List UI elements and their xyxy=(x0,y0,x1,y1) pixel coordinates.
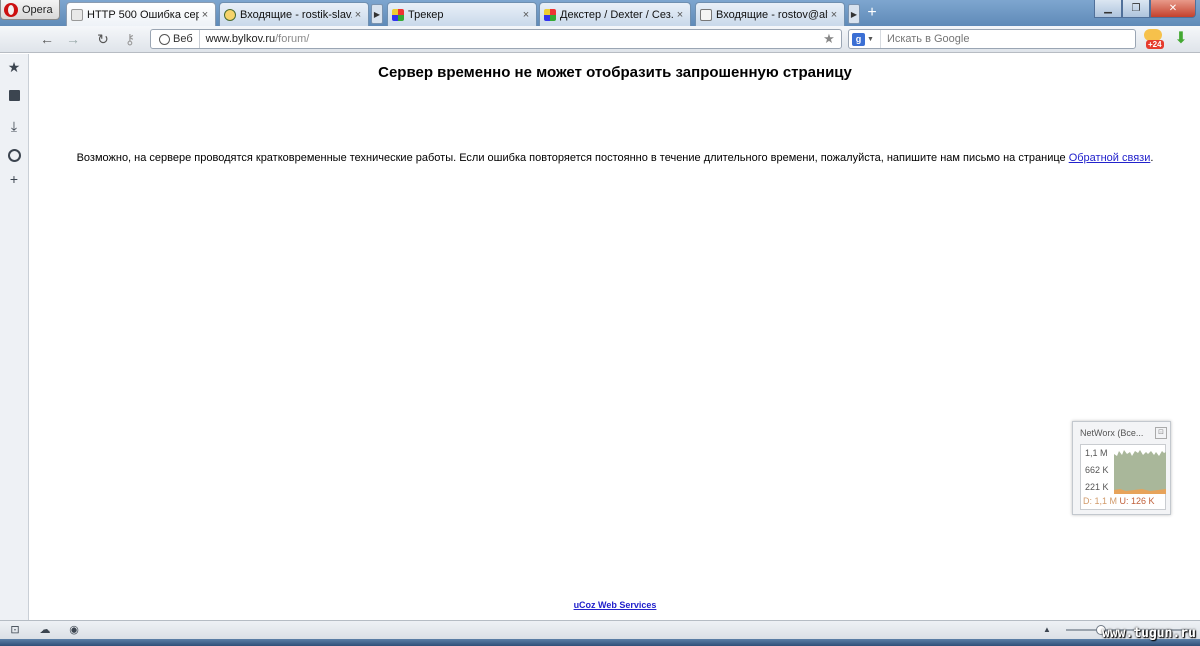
page-icon xyxy=(71,8,83,21)
add-panel-icon[interactable]: + xyxy=(6,171,22,187)
networx-tick: 221 K xyxy=(1085,482,1109,492)
reload-icon[interactable]: ↻ xyxy=(94,30,112,48)
url-path: /forum/ xyxy=(275,33,310,45)
ucoz-footer-link[interactable]: uCoz Web Services xyxy=(30,600,1200,610)
page-icon xyxy=(700,8,712,21)
forward-arrow-icon[interactable]: → xyxy=(64,30,82,48)
page-content: Сервер временно не может отобразить запр… xyxy=(30,54,1200,620)
networx-traffic-area xyxy=(1114,450,1166,494)
opera-menu-button[interactable]: Opera xyxy=(0,0,60,20)
weather-widget[interactable]: +24 xyxy=(1144,29,1168,51)
download-icon[interactable]: ⬇ xyxy=(1172,30,1190,48)
url-host: www.bylkov.ru xyxy=(205,33,276,45)
downloads-icon[interactable]: ⤓ xyxy=(6,118,22,134)
tab-label: Трекер xyxy=(408,8,444,21)
networx-widget[interactable]: NetWorx (Все... ⊡ 1,1 M 662 K 221 K D: 1… xyxy=(1072,421,1171,515)
chevron-down-icon: ▼ xyxy=(867,35,874,43)
back-arrow-icon[interactable]: ← xyxy=(38,30,56,48)
address-url[interactable]: www.bylkov.ru/forum/ xyxy=(200,33,821,45)
tab-label: Входящие - rostov@alf... xyxy=(716,8,828,21)
tab-tracker[interactable]: Трекер × xyxy=(387,2,537,26)
tab-scroll-arrow-icon[interactable]: ▶ xyxy=(848,4,860,24)
search-box[interactable]: g ▼ xyxy=(848,29,1136,49)
networx-status: D: 1,1 M U: 126 K xyxy=(1083,496,1155,506)
weather-temperature-badge: +24 xyxy=(1146,40,1164,49)
google-icon: g xyxy=(852,32,865,46)
bookmark-star-icon[interactable]: ★ xyxy=(821,31,837,47)
unite-cloud-icon[interactable]: ☁ xyxy=(38,623,52,637)
new-tab-button[interactable]: + xyxy=(864,4,880,22)
error-message: Возможно, на сервере проводятся кратковр… xyxy=(30,152,1200,164)
notes-icon[interactable] xyxy=(6,88,22,104)
tab-mail-rostov[interactable]: Входящие - rostov@alf... × xyxy=(695,2,845,26)
networx-title: NetWorx (Все... xyxy=(1080,428,1144,438)
tab-label: Входящие - rostik-slav... xyxy=(240,8,352,21)
error-message-end: . xyxy=(1150,152,1154,164)
watermark: www.tugun.ru xyxy=(1102,626,1196,641)
networx-close-icon[interactable]: ⊡ xyxy=(1155,427,1167,439)
turbo-icon[interactable]: ◉ xyxy=(67,623,81,637)
tab-dexter[interactable]: Декстер / Dexter / Сез... × xyxy=(539,2,691,26)
tab-strip: Opera HTTP 500 Ошибка сер... × Входящие … xyxy=(0,0,1200,26)
opera-menu-label: Opera xyxy=(22,3,53,16)
tab-close-icon[interactable]: × xyxy=(828,9,840,21)
tab-close-icon[interactable]: × xyxy=(199,9,211,21)
window-controls: ▁ ❐ ✕ xyxy=(1094,0,1196,18)
globe-icon xyxy=(159,33,170,45)
tracker-icon xyxy=(544,8,556,21)
search-engine-selector[interactable]: g ▼ xyxy=(849,30,881,48)
opera-logo-icon xyxy=(4,2,18,17)
networx-tick: 1,1 M xyxy=(1085,448,1108,458)
tab-close-icon[interactable]: × xyxy=(520,9,532,21)
status-bar: ⊡ ☁ ◉ ▲ xyxy=(0,620,1200,639)
feedback-link[interactable]: Обратной связи xyxy=(1069,152,1151,164)
networx-upload-label: U: 126 K xyxy=(1119,496,1155,506)
minimize-icon[interactable]: ▁ xyxy=(1094,0,1122,18)
sidebar-panel: ★ ⤓ + xyxy=(0,54,29,620)
networx-download-label: D: 1,1 M xyxy=(1083,496,1118,506)
networx-tick: 662 K xyxy=(1085,465,1109,475)
tracker-icon xyxy=(392,8,404,21)
tab-close-icon[interactable]: × xyxy=(674,9,686,21)
error-message-text: Возможно, на сервере проводятся кратковр… xyxy=(76,152,1069,164)
bookmarks-star-icon[interactable]: ★ xyxy=(6,59,22,75)
tab-label: HTTP 500 Ошибка сер... xyxy=(87,8,199,21)
history-clock-icon[interactable] xyxy=(6,148,22,164)
address-bar[interactable]: Веб www.bylkov.ru/forum/ ★ xyxy=(150,29,842,49)
tab-scroll-arrow-icon[interactable]: ▶ xyxy=(371,4,383,24)
tab-label: Декстер / Dexter / Сез... xyxy=(560,8,674,21)
networx-traffic-graph: 1,1 M 662 K 221 K D: 1,1 M U: 126 K xyxy=(1080,444,1166,510)
mail-icon xyxy=(224,8,236,21)
view-up-icon[interactable]: ▲ xyxy=(1040,623,1054,637)
key-icon[interactable]: ⚷ xyxy=(121,30,139,48)
tab-close-icon[interactable]: × xyxy=(352,9,364,21)
window-close-icon[interactable]: ✕ xyxy=(1150,0,1196,18)
windows-taskbar xyxy=(0,639,1200,646)
web-chip[interactable]: Веб xyxy=(151,30,200,48)
navigation-bar: ← → ↻ ⚷ Веб www.bylkov.ru/forum/ ★ g ▼ +… xyxy=(0,26,1200,53)
web-chip-label: Веб xyxy=(173,33,193,45)
maximize-icon[interactable]: ❐ xyxy=(1122,0,1150,18)
search-input[interactable] xyxy=(880,33,1111,45)
tab-http-500[interactable]: HTTP 500 Ошибка сер... × xyxy=(66,2,216,26)
tab-mail-rostik[interactable]: Входящие - rostik-slav... × xyxy=(219,2,369,26)
panel-toggle-icon[interactable]: ⊡ xyxy=(8,623,22,637)
page-title: Сервер временно не может отобразить запр… xyxy=(378,64,852,81)
